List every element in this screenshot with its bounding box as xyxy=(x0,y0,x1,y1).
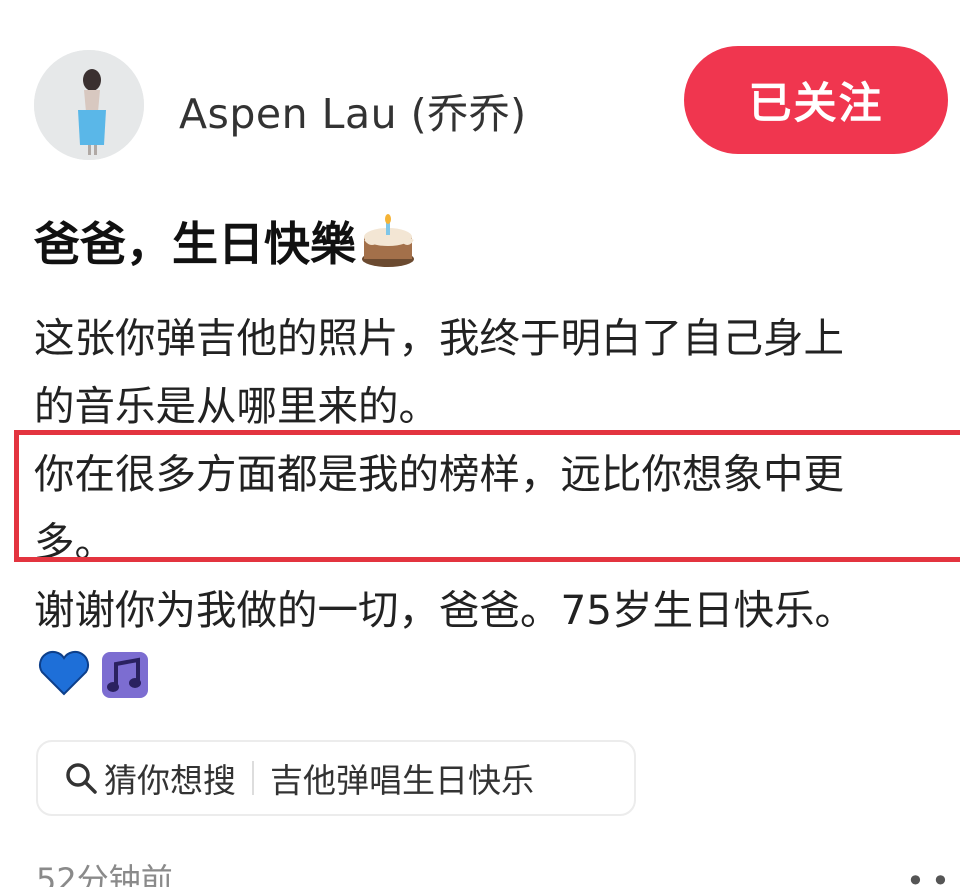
author-name[interactable]: Aspen Lau (乔乔) xyxy=(179,80,527,140)
blue-heart-icon xyxy=(38,650,90,704)
timestamp: 52分钟前 xyxy=(36,861,173,887)
post-line: 谢谢你为我做的一切，爸爸。75岁生日快乐。 xyxy=(34,586,856,634)
avatar-photo-icon xyxy=(34,50,144,160)
follow-button[interactable]: 已关注 xyxy=(684,46,948,154)
post-line: 这张你弹吉他的照片，我终于明白了自己身上 xyxy=(34,314,844,362)
music-notes-icon xyxy=(100,650,150,704)
search-suggestion-prefix: 猜你想搜 xyxy=(104,761,236,800)
post-title: 爸爸，生日快樂 xyxy=(34,208,418,274)
highlight-box xyxy=(14,430,960,562)
divider xyxy=(252,761,254,795)
post-card: Aspen Lau (乔乔) 已关注 爸爸，生日快樂 这张你弹吉他的照片，我终于… xyxy=(0,0,960,887)
cake-icon xyxy=(358,213,418,269)
search-icon xyxy=(66,763,97,794)
emoji-row xyxy=(38,650,150,704)
post-title-text: 爸爸，生日快樂 xyxy=(34,217,356,271)
search-suggestion-term[interactable]: 吉他弹唱生日快乐 xyxy=(270,754,534,802)
search-suggestion[interactable]: 猜你想搜 吉他弹唱生日快乐 xyxy=(36,740,636,816)
avatar[interactable] xyxy=(34,50,144,160)
author-row: Aspen Lau (乔乔) 已关注 xyxy=(34,46,948,164)
more-options-icon[interactable]: • • xyxy=(906,862,950,887)
